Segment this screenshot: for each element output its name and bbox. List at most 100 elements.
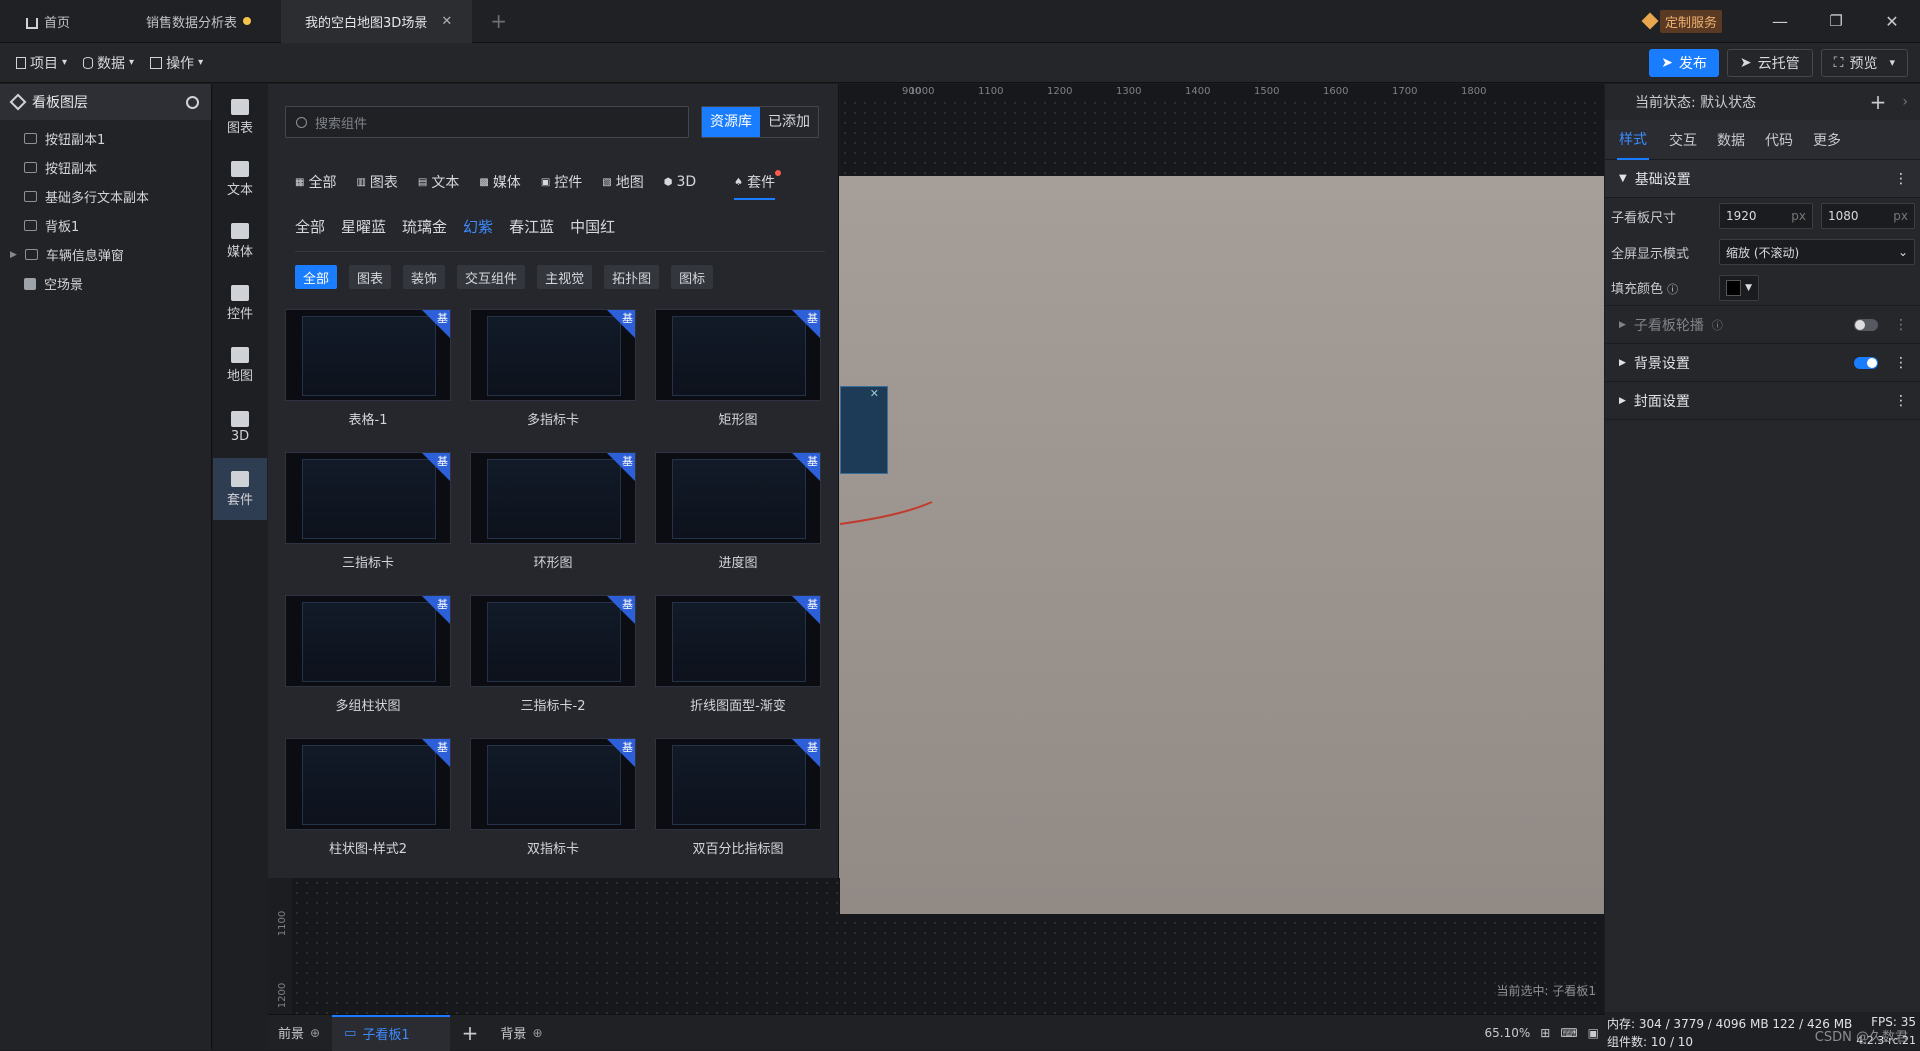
theme-river-blue[interactable]: 春江蓝 — [509, 216, 554, 237]
category-control[interactable]: ▣ 控件 — [541, 172, 582, 192]
help-icon[interactable]: ⓘ — [1667, 283, 1678, 296]
tab-interaction[interactable]: 交互 — [1669, 130, 1697, 150]
section-basic[interactable]: ▼ 基础设置 ⋮ — [1605, 160, 1920, 198]
add-icon[interactable]: + — [450, 1021, 491, 1045]
cloud-host-button[interactable]: ➤ 云托管 — [1726, 48, 1813, 77]
component-card[interactable]: 基矩形图 — [655, 309, 821, 437]
restore-icon[interactable]: ❐ — [1808, 12, 1864, 30]
close-icon[interactable]: ✕ — [441, 14, 452, 29]
rail-chart[interactable]: 图表 — [213, 86, 267, 148]
component-card[interactable]: 基柱状图-样式2 — [285, 738, 451, 866]
tab-sub-board[interactable]: ▭ 子看板1 — [332, 1014, 450, 1051]
tab-home[interactable]: 首页 — [0, 0, 96, 43]
publish-button[interactable]: ➤ 发布 — [1649, 48, 1719, 77]
tab-code[interactable]: 代码 — [1765, 130, 1793, 150]
tab-more[interactable]: 更多 — [1813, 130, 1841, 150]
category-text[interactable]: ▤ 文本 — [418, 172, 459, 192]
chip-chart[interactable]: 图表 — [349, 265, 392, 289]
more-vertical-icon[interactable]: ⋮ — [1886, 355, 1920, 371]
category-media[interactable]: ▩ 媒体 — [479, 172, 520, 192]
section-cover[interactable]: ▶ 封面设置 ⋮ — [1605, 382, 1920, 420]
component-card[interactable]: 基双百分比指标图 — [655, 738, 821, 866]
chevron-right-icon[interactable]: › — [1902, 94, 1908, 110]
rail-kit[interactable]: 套件 — [213, 458, 267, 520]
tab-library[interactable]: 资源库 — [702, 107, 760, 137]
layer-item[interactable]: 按钮副本 — [0, 153, 211, 182]
chip-interactive[interactable]: 交互组件 — [457, 265, 526, 289]
background-toggle[interactable] — [1854, 356, 1878, 369]
chip-main-visual[interactable]: 主视觉 — [537, 265, 593, 289]
category-3d[interactable]: ⬢ 3D — [664, 174, 696, 190]
theme-star-blue[interactable]: 星曜蓝 — [341, 216, 386, 237]
tab-style[interactable]: 样式 — [1617, 119, 1649, 160]
help-icon[interactable]: ⓘ — [1712, 317, 1723, 333]
tab-data[interactable]: 数据 — [1717, 130, 1745, 150]
component-card[interactable]: 基双指标卡 — [470, 738, 636, 866]
menu-data[interactable]: 数据 ▾ — [75, 53, 142, 73]
layer-item[interactable]: 按钮副本1 — [0, 124, 211, 153]
rail-control[interactable]: 控件 — [213, 272, 267, 334]
tab-3d-scene[interactable]: 我的空白地图3D场景 ✕ — [281, 0, 473, 43]
component-card[interactable]: 基表格-1 — [285, 309, 451, 437]
layer-item[interactable]: 空场景 — [0, 269, 211, 298]
section-background[interactable]: ▶ 背景设置 ⋮ — [1605, 344, 1920, 382]
fullscreen-select[interactable]: 缩放 (不滚动) ⌄ — [1719, 239, 1915, 265]
chip-all[interactable]: 全部 — [295, 265, 338, 289]
component-card[interactable]: 基三指标卡-2 — [470, 595, 636, 723]
rail-media[interactable]: 媒体 — [213, 210, 267, 272]
category-all[interactable]: ▦ 全部 — [295, 172, 336, 192]
custom-service-button[interactable]: 定制服务 — [1636, 8, 1730, 34]
category-kit[interactable]: ♠ 套件 — [734, 170, 782, 200]
close-window-icon[interactable]: ✕ — [1864, 12, 1920, 31]
component-card[interactable]: 基进度图 — [655, 452, 821, 580]
height-input[interactable]: 1080 px — [1821, 203, 1915, 229]
zoom-level[interactable]: 65.10% — [1485, 1026, 1531, 1040]
menu-operate[interactable]: 操作 ▾ — [142, 53, 211, 73]
rail-map[interactable]: 地图 — [213, 334, 267, 396]
search-input[interactable]: 搜索组件 — [285, 106, 689, 138]
more-vertical-icon[interactable]: ⋮ — [1894, 393, 1920, 409]
minimize-icon[interactable]: — — [1752, 12, 1808, 31]
add-state-icon[interactable]: + — [1870, 90, 1887, 114]
keyboard-icon[interactable]: ⌨ — [1560, 1026, 1577, 1040]
terminal-icon[interactable]: ▣ — [1588, 1026, 1599, 1040]
chip-topology[interactable]: 拓扑图 — [604, 265, 660, 289]
carousel-toggle[interactable] — [1854, 318, 1878, 331]
layer-item[interactable]: 背板1 — [0, 211, 211, 240]
tab-foreground[interactable]: 前景 ⊕ — [268, 1023, 332, 1043]
layer-item[interactable]: 基础多行文本副本 — [0, 182, 211, 211]
tab-background[interactable]: 背景 ⊕ — [490, 1023, 552, 1043]
category-chart[interactable]: ▥ 图表 — [356, 172, 397, 192]
vehicle-popup[interactable]: ✕ — [840, 386, 888, 474]
tab-added[interactable]: 已添加 — [760, 107, 818, 137]
preview-button[interactable]: ⛶ 预览 ▾ — [1820, 48, 1908, 77]
category-map[interactable]: ▧ 地图 — [602, 172, 643, 192]
theme-glaze-gold[interactable]: 琉璃金 — [402, 216, 447, 237]
new-tab-icon[interactable]: + — [490, 9, 507, 33]
component-card[interactable]: 基多指标卡 — [470, 309, 636, 437]
design-canvas[interactable]: 900 1000 1100 1200 1300 1400 1500 1600 1… — [272, 84, 1604, 1014]
add-circle-icon[interactable]: ⊕ — [310, 1026, 320, 1040]
caret-right-icon[interactable]: ▶ — [10, 250, 17, 260]
menu-project[interactable]: 项目 ▾ — [8, 53, 75, 73]
close-icon[interactable]: ✕ — [870, 387, 879, 400]
component-card[interactable]: 基三指标卡 — [285, 452, 451, 580]
more-vertical-icon[interactable]: ⋮ — [1886, 317, 1920, 333]
fill-color-picker[interactable]: ▼ — [1719, 274, 1759, 301]
rail-3d[interactable]: 3D — [213, 396, 267, 458]
theme-fantasy-purple[interactable]: 幻紫 — [463, 216, 493, 237]
search-icon[interactable] — [186, 95, 199, 109]
more-vertical-icon[interactable]: ⋮ — [1894, 171, 1920, 187]
theme-all[interactable]: 全部 — [295, 216, 325, 237]
chip-decoration[interactable]: 装饰 — [403, 265, 446, 289]
theme-china-red[interactable]: 中国红 — [570, 216, 615, 237]
tab-sales-report[interactable]: 销售数据分析表 — [96, 0, 281, 43]
rail-text[interactable]: 文本 — [213, 148, 267, 210]
add-circle-icon[interactable]: ⊕ — [532, 1026, 542, 1040]
section-carousel[interactable]: ▶ 子看板轮播 ⓘ ⋮ — [1605, 306, 1920, 344]
component-card[interactable]: 基多组柱状图 — [285, 595, 451, 723]
chip-icon[interactable]: 图标 — [671, 265, 714, 289]
component-card[interactable]: 基折线图面型-渐变 — [655, 595, 821, 723]
width-input[interactable]: 1920 px — [1719, 203, 1813, 229]
component-card[interactable]: 基环形图 — [470, 452, 636, 580]
